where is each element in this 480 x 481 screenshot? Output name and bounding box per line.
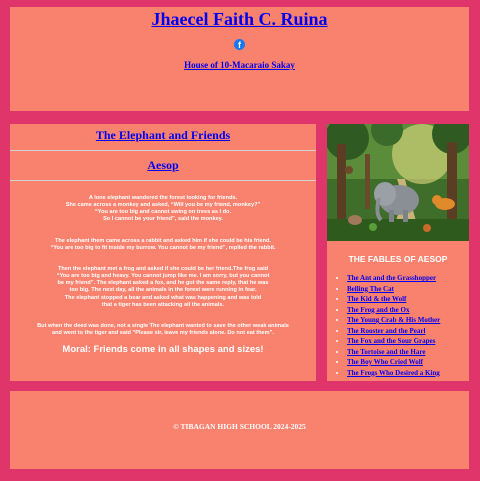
header-panel: Jhaecel Faith C. Ruina f House of 10-Mac…: [10, 7, 469, 111]
story-line: too big. The next day, all the animals i…: [69, 287, 257, 294]
story-line: A lone elephant wandered the forest look…: [88, 195, 238, 201]
list-item: The Frog and the Ox: [347, 305, 469, 316]
sidebar-title: THE FABLES OF AESOP: [348, 254, 448, 264]
author-name-link[interactable]: Jhaecel Faith C. Ruina: [10, 9, 469, 30]
story-line: But when the deed was done, not a single…: [37, 322, 289, 329]
fable-link[interactable]: The Ant and the Grasshopper: [347, 274, 436, 282]
story-author-link[interactable]: Aesop: [10, 158, 316, 173]
sidebar-panel: THE FABLES OF AESOP The Ant and the Gras…: [327, 124, 469, 381]
story-line: She came across a monkey and asked, “Wil…: [65, 202, 261, 209]
list-item: The Ant and the Grasshopper: [347, 273, 469, 284]
story-line: that a tiger has been attacking all the …: [101, 301, 225, 308]
story-line: Then the elephant met a frog and asked i…: [57, 265, 269, 272]
fable-link[interactable]: The Rooster and the Pearl: [347, 327, 425, 335]
story-moral: Moral: Friends come in all shapes and si…: [62, 344, 264, 356]
fable-link[interactable]: The Frog and the Ox: [347, 306, 410, 314]
fable-link[interactable]: The Young Crab & His Mother: [347, 316, 440, 324]
story-title-link[interactable]: The Elephant and Friends: [10, 128, 316, 143]
story-panel: The Elephant and Friends Aesop A lone el…: [10, 124, 316, 381]
story-line: “You are too big and cannot swing on tre…: [94, 209, 232, 216]
fable-link[interactable]: The Kid & the Wolf: [347, 295, 406, 303]
story-line: The elephant stopped a bear and asked wh…: [64, 294, 262, 301]
fable-link[interactable]: The Frogs Who Desired a King: [347, 369, 440, 377]
fable-link[interactable]: Belling The Cat: [347, 285, 394, 293]
facebook-icon[interactable]: f: [234, 39, 245, 50]
fables-list: The Ant and the Grasshopper Belling The …: [327, 273, 469, 378]
list-item: The Tortoise and the Hare: [347, 347, 469, 358]
list-item: The Rooster and the Pearl: [347, 326, 469, 337]
story-line: and went to the tiger and said “Please s…: [52, 330, 274, 337]
list-item: The Kid & the Wolf: [347, 294, 469, 305]
footer-panel: © TIBAGAN HIGH SCHOOL 2024-2025: [10, 391, 469, 469]
fable-link[interactable]: The Fox and the Sour Grapes: [347, 337, 435, 345]
story-line: be my friend”. The elephant asked a fox,…: [57, 280, 269, 287]
story-line: The elephant them came across a rabbit a…: [54, 237, 272, 244]
story-paragraph: But when the deed was done, not a single…: [16, 323, 310, 337]
copyright-text: © TIBAGAN HIGH SCHOOL 2024-2025: [173, 422, 306, 431]
story-paragraph: Then the elephant met a frog and asked i…: [16, 266, 310, 309]
story-line: “You are too big and heavy. You cannot j…: [56, 273, 270, 280]
house-link[interactable]: House of 10-Macaraio Sakay: [10, 60, 469, 70]
story-paragraph: The elephant them came across a rabbit a…: [16, 238, 310, 252]
fable-link[interactable]: The Boy Who Cried Wolf: [347, 358, 423, 366]
divider: [10, 150, 316, 151]
story-line: “You are too big to fit inside my burrow…: [50, 244, 276, 251]
divider: [10, 180, 316, 181]
story-paragraph: A lone elephant wandered the forest look…: [16, 195, 310, 224]
fable-link[interactable]: The Tortoise and the Hare: [347, 348, 425, 356]
list-item: The Young Crab & His Mother: [347, 315, 469, 326]
story-line: So I cannot be your friend”, said the mo…: [103, 216, 223, 223]
list-item: The Fox and the Sour Grapes: [347, 336, 469, 347]
list-item: The Frogs Who Desired a King: [347, 368, 469, 379]
list-item: The Boy Who Cried Wolf: [347, 357, 469, 368]
elephant-forest-illustration: [327, 124, 469, 241]
list-item: Belling The Cat: [347, 284, 469, 295]
